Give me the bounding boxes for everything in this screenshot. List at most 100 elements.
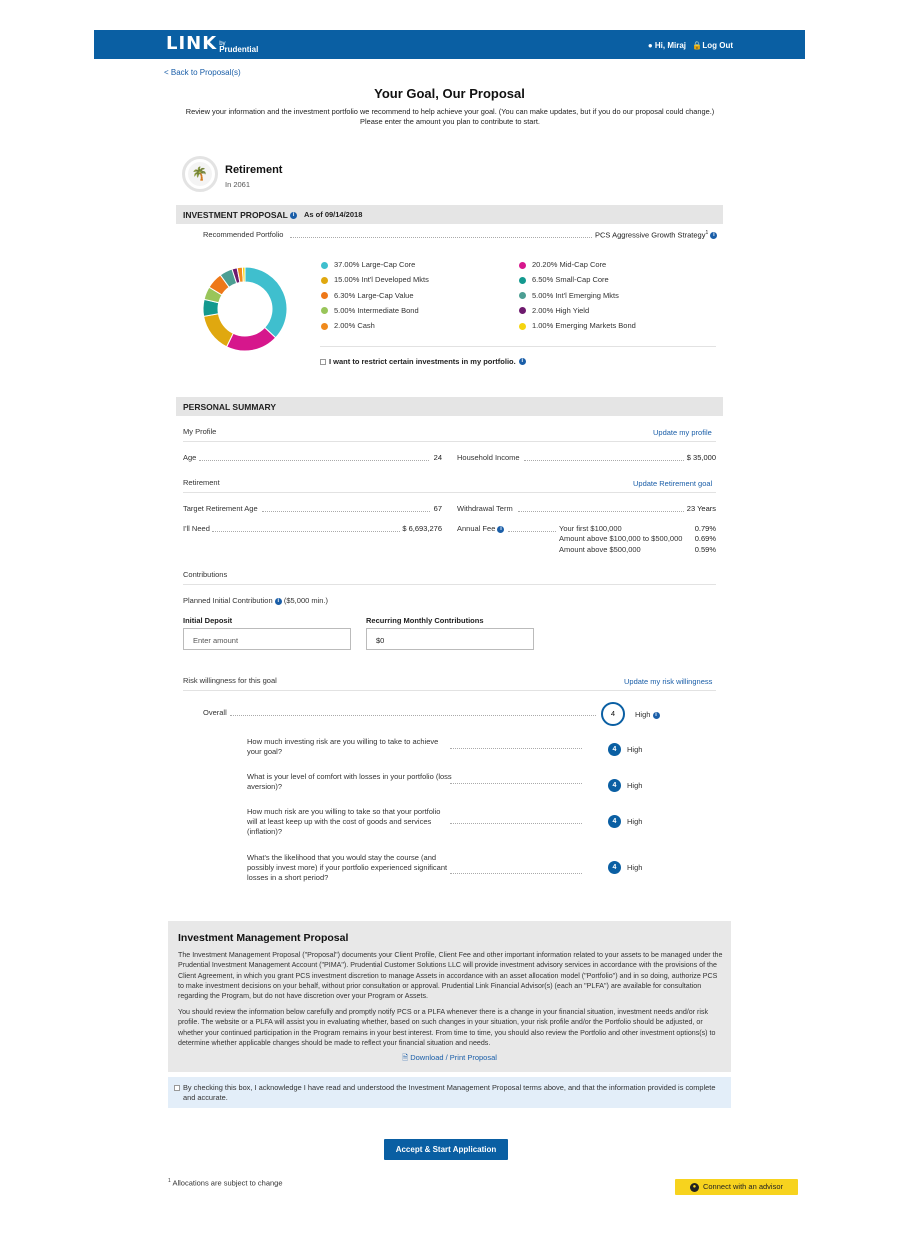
investment-proposal-title: INVESTMENT PROPOSAL i — [183, 210, 298, 220]
risk-question-text: How much investing risk are you willing … — [247, 737, 439, 756]
investment-management-proposal-box: Investment Management Proposal The Inves… — [168, 921, 731, 1072]
personal-summary-header: PERSONAL SUMMARY — [176, 397, 723, 416]
logout-link[interactable]: 🔒Log Out — [692, 41, 733, 50]
risk-score-badge: 4 — [608, 779, 621, 792]
logo-company: Prudential — [219, 45, 259, 54]
user-icon: ● — [647, 41, 655, 50]
info-icon[interactable]: i — [652, 711, 660, 719]
intro-line-1: Review your information and the investme… — [185, 107, 715, 116]
need-value: $ 6,693,276 — [402, 524, 442, 533]
risk-willingness-label: Risk willingness for this goal — [183, 676, 277, 685]
recommended-portfolio-label: Recommended Portfolio — [203, 230, 284, 239]
acknowledge-text: By checking this box, I acknowledge I ha… — [183, 1083, 716, 1103]
accept-start-application-button[interactable]: Accept & Start Application — [384, 1139, 508, 1160]
page-intro: Review your information and the investme… — [150, 107, 750, 127]
goal-name: Retirement — [225, 164, 283, 176]
as-of-date: As of 09/14/2018 — [304, 210, 363, 219]
legend-label: 37.00% Large-Cap Core — [334, 260, 416, 269]
investment-proposal-header: INVESTMENT PROPOSAL i As of 09/14/2018 — [176, 205, 723, 224]
imp-paragraph-2: You should review the information below … — [178, 1008, 716, 1047]
info-icon[interactable]: i — [518, 358, 526, 365]
risk-score-badge: 4 — [608, 743, 621, 756]
info-icon[interactable]: i — [290, 212, 298, 220]
fee-tier-label: Your first $100,000 — [559, 524, 622, 533]
acknowledge-checkbox[interactable] — [174, 1085, 180, 1091]
update-profile-link[interactable]: Update my profile — [653, 428, 712, 437]
legend-swatch — [321, 307, 328, 315]
legend-item: 2.00% Cash — [321, 321, 375, 330]
link-logo[interactable]: LINK by Prudential — [166, 35, 259, 54]
legend-label: 20.20% Mid-Cap Core — [532, 260, 607, 269]
my-profile-label: My Profile — [183, 427, 217, 436]
risk-question-text: What's the likelihood that you would sta… — [247, 853, 448, 882]
planned-min: ($5,000 min.) — [283, 596, 329, 605]
legend-item: 1.00% Emerging Markets Bond — [519, 321, 636, 330]
dotted-leader — [508, 531, 556, 532]
dotted-leader — [230, 715, 596, 716]
restrict-investments-option[interactable]: I want to restrict certain investments i… — [320, 357, 526, 366]
withdrawal-label: Withdrawal Term — [457, 504, 513, 513]
legend-label: 5.00% Int'l Emerging Mkts — [532, 290, 619, 300]
contributions-label: Contributions — [183, 570, 228, 579]
risk-level: High — [627, 817, 643, 826]
legend-label: 1.00% Emerging Markets Bond — [532, 321, 636, 331]
imp-paragraph-1: The Investment Management Proposal ("Pro… — [178, 951, 723, 1001]
overall-risk-score: 4 — [601, 702, 625, 726]
fee-tier-label: Amount above $500,000 — [559, 545, 641, 554]
acknowledgement-box: By checking this box, I acknowledge I ha… — [168, 1077, 731, 1108]
advisor-icon: ● — [689, 1182, 699, 1192]
donut-slice — [241, 266, 246, 283]
legend-label: 2.00% High Yield — [532, 305, 590, 315]
legend-swatch — [321, 261, 328, 269]
imp-title: Investment Management Proposal — [178, 932, 349, 944]
divider — [183, 492, 716, 493]
fee-tier-value: 0.79% — [694, 524, 716, 533]
info-icon[interactable]: i — [710, 232, 718, 240]
allocation-donut-chart — [202, 266, 288, 352]
dotted-leader — [450, 748, 582, 749]
fee-tier-value: 0.59% — [694, 545, 716, 554]
donut-slice — [225, 326, 277, 352]
risk-level: High — [627, 745, 643, 754]
target-age-value: 67 — [433, 504, 442, 513]
planned-contribution-label: Planned Initial Contribution i ($5,000 m… — [183, 596, 329, 605]
restrict-checkbox[interactable] — [320, 358, 326, 365]
dotted-leader — [450, 873, 582, 874]
risk-level: High — [627, 781, 643, 790]
recurring-contribution-input[interactable]: $0 — [366, 628, 534, 650]
need-label: I'll Need — [183, 524, 210, 533]
download-proposal-link[interactable]: 🗎 Download / Print Proposal — [168, 1052, 731, 1065]
legend-item: 5.00% Int'l Emerging Mkts — [519, 291, 619, 300]
document-icon: 🗎 — [402, 1053, 409, 1062]
back-to-proposals-link[interactable]: < Back to Proposal(s) — [164, 68, 241, 77]
personal-summary-title: PERSONAL SUMMARY — [183, 402, 277, 412]
legend-item: 6.30% Large-Cap Value — [321, 291, 414, 300]
recommended-portfolio-value: PCS Aggressive Growth Strategy1 i — [595, 230, 718, 240]
risk-question-text: What is your level of comfort with losse… — [247, 772, 452, 791]
overall-risk-label: Overall — [203, 708, 227, 717]
info-icon[interactable]: i — [497, 525, 505, 533]
lock-icon: 🔒 — [692, 41, 703, 50]
legend-swatch — [519, 292, 526, 300]
legend-item: 6.50% Small-Cap Core — [519, 275, 609, 284]
update-retirement-link[interactable]: Update Retirement goal — [633, 479, 712, 488]
recurring-contribution-label: Recurring Monthly Contributions — [366, 616, 484, 625]
legend-item: 5.00% Intermediate Bond — [321, 306, 419, 315]
info-icon[interactable]: i — [274, 597, 282, 605]
connect-advisor-button[interactable]: ● Connect with an advisor — [675, 1179, 798, 1195]
allocation-footnote: 1 Allocations are subject to change — [168, 1178, 283, 1188]
palm-tree-icon: 🌴 — [188, 162, 212, 186]
user-greeting: Hi, Miraj — [654, 41, 686, 50]
legend-label: 6.30% Large-Cap Value — [334, 290, 414, 300]
legend-swatch — [321, 276, 328, 284]
risk-score-badge: 4 — [608, 815, 621, 828]
legend-item: 37.00% Large-Cap Core — [321, 260, 415, 269]
risk-level: High — [627, 863, 643, 872]
overall-risk-level: High i — [635, 710, 660, 719]
user-menu[interactable]: ● Hi, Miraj — [648, 41, 686, 50]
retirement-goal-icon: 🌴 — [182, 156, 218, 192]
update-risk-link[interactable]: Update my risk willingness — [624, 677, 712, 686]
intro-line-2: Please enter the amount you plan to cont… — [360, 117, 540, 126]
legend-swatch — [519, 276, 526, 284]
initial-deposit-input[interactable]: Enter amount — [183, 628, 351, 650]
